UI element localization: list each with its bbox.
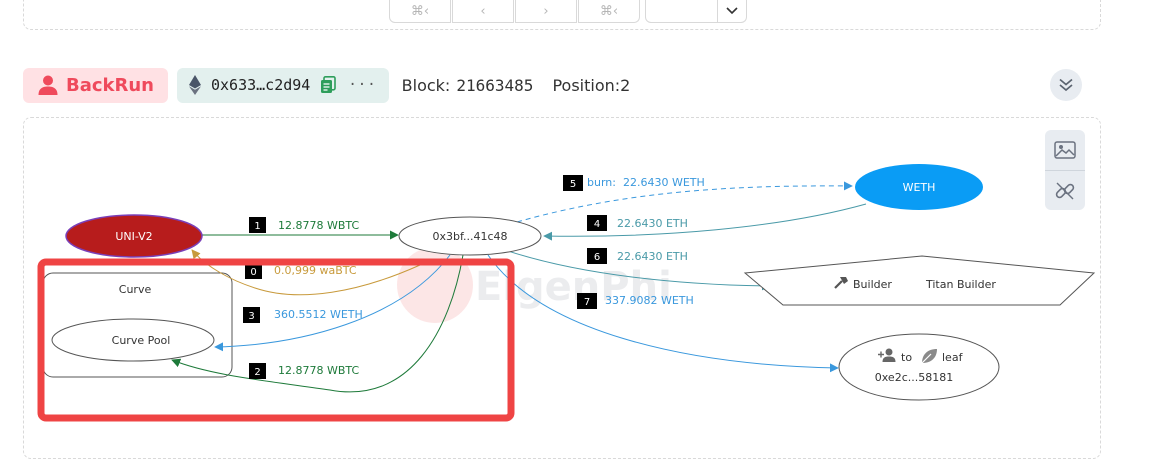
svg-text:to: to [901,351,912,364]
node-sender[interactable]: 0x3bf...41c48 [398,216,542,256]
svg-text:12.8778 WBTC: 12.8778 WBTC [278,219,359,232]
svg-text:Titan Builder: Titan Builder [925,278,996,291]
svg-text:0.0,999 waBTC: 0.0,999 waBTC [274,264,357,277]
svg-text:5: 5 [570,179,576,190]
svg-text:7: 7 [584,297,590,308]
svg-text:22.6430 ETH: 22.6430 ETH [617,217,688,230]
svg-text:4: 4 [594,219,600,230]
svg-text:12.8778 WBTC: 12.8778 WBTC [278,364,359,377]
svg-text:1: 1 [254,221,260,232]
svg-text:0x3bf...41c48: 0x3bf...41c48 [432,230,507,243]
svg-text:0: 0 [250,267,256,278]
svg-text:Curve Pool: Curve Pool [112,334,171,347]
svg-text:Builder: Builder [853,278,892,291]
node-leaf[interactable]: to leaf 0xe2c...58181 [838,333,1000,401]
curve-cluster-label: Curve [119,283,152,296]
svg-text:6: 6 [594,252,600,263]
toggle-link-button[interactable] [1045,170,1085,211]
svg-text:0xe2c...58181: 0xe2c...58181 [875,371,953,384]
edge-label-7: 7 337.9082 WETH [577,293,694,309]
image-icon [1054,141,1076,159]
graph-tools [1045,130,1085,210]
edge-label-6: 6 22.6430 ETH [587,248,688,264]
svg-text:22.6430 ETH: 22.6430 ETH [617,250,688,263]
svg-text:burn: 22.6430 WETH: burn: 22.6430 WETH [587,176,705,189]
svg-text:WETH: WETH [903,181,936,194]
edge-label-3: 3 360.5512 WETH [243,307,363,323]
svg-text:3: 3 [248,311,254,322]
svg-text:UNI-V2: UNI-V2 [115,230,152,243]
svg-text:360.5512 WETH: 360.5512 WETH [274,308,363,321]
edge-label-4: 4 22.6430 ETH [587,215,688,231]
fund-flow-graph: EigenPhi Curve 1 12.8778 WBTC 0 0.0,999 … [37,164,1096,422]
node-builder[interactable]: Builder Titan Builder [743,255,1096,306]
node-curve-pool[interactable]: Curve Pool [51,318,215,362]
node-weth[interactable]: WETH [855,164,983,210]
export-image-button[interactable] [1045,130,1085,170]
svg-text:2: 2 [254,367,260,378]
svg-text:337.9082 WETH: 337.9082 WETH [605,294,694,307]
svg-text:leaf: leaf [942,351,964,364]
node-uni-v2[interactable]: UNI-V2 [65,214,203,258]
edge-label-5: 5 burn: 22.6430 WETH [563,175,705,191]
edge-label-2: 2 12.8778 WBTC [249,363,359,379]
link-icon [1055,182,1075,200]
edge-label-1: 1 12.8778 WBTC [249,217,359,233]
